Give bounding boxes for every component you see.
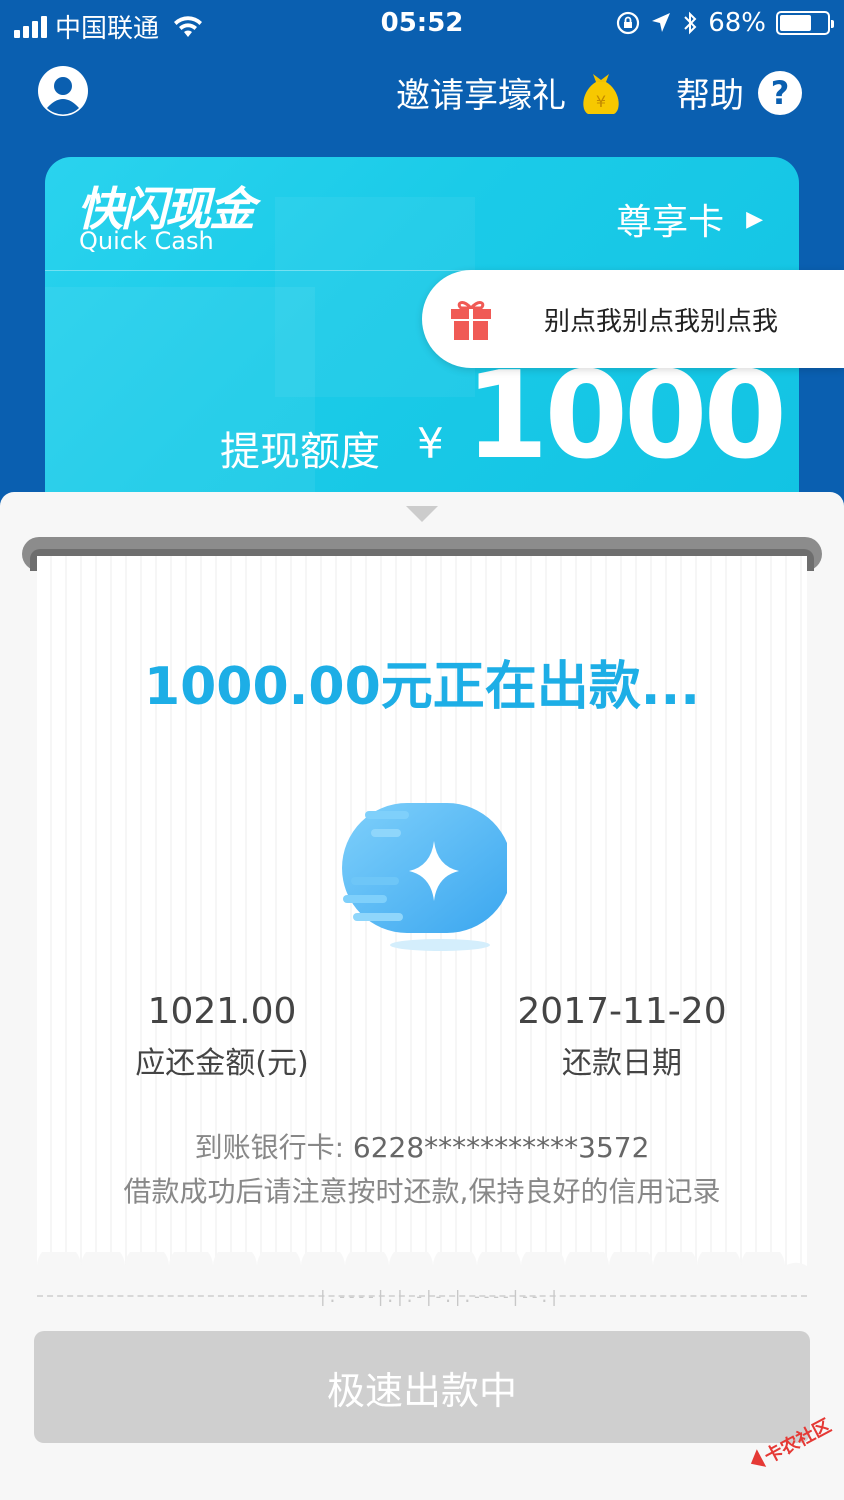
receipt-scallop-edge (37, 1252, 807, 1280)
bank-card-info: 到账银行卡: 6228***********3572 (37, 1126, 807, 1166)
payout-sheet: 1000.00元正在出款... 1021.00 应还金额(元) 2017-11-… (0, 492, 844, 1500)
help-button[interactable]: 帮助 ? (676, 68, 802, 117)
battery-icon (776, 11, 834, 35)
repayment-reminder: 借款成功后请注意按时还款,保持良好的信用记录 (123, 1175, 721, 1208)
due-date: 2017-11-20 (517, 991, 727, 1032)
avatar[interactable] (38, 66, 88, 116)
vip-card-link[interactable]: 尊享卡 ▶ (616, 193, 763, 245)
gift-popup-text: 别点我别点我别点我 (544, 306, 779, 337)
fast-coin-icon (342, 803, 507, 951)
bluetooth-icon (684, 11, 697, 35)
bank-card-label: 到账银行卡: (194, 1131, 344, 1164)
battery-percent: 68% (708, 8, 766, 38)
fast-payout-button[interactable]: 极速出款中 (34, 1331, 810, 1443)
status-right: 68% (616, 8, 834, 38)
gift-icon (451, 301, 491, 340)
gift-popup[interactable]: 别点我别点我别点我 (422, 270, 844, 368)
tear-marks: |.----|.|.-|-.|.----|--.| (318, 1287, 559, 1306)
currency-symbol: ¥ (417, 419, 444, 468)
collapse-caret-icon[interactable] (406, 506, 438, 522)
limit-label: 提现额度 (220, 429, 380, 475)
rotation-lock-icon (617, 11, 640, 35)
processing-status: 1000.00元正在出款... (143, 657, 701, 717)
invite-button[interactable]: 邀请享壕礼 ¥ (396, 68, 622, 117)
bank-card-number: 6228***********3572 (352, 1131, 650, 1164)
play-arrow-icon: ▶ (746, 206, 763, 232)
svg-text:卡农社区: 卡农社区 (761, 1414, 835, 1467)
due-amount-label: 应还金额(元) (135, 1046, 309, 1081)
invite-label: 邀请享壕礼 (396, 76, 566, 116)
receipt: 1000.00元正在出款... 1021.00 应还金额(元) 2017-11-… (37, 556, 807, 1280)
user-icon (40, 68, 86, 115)
help-label: 帮助 (676, 76, 744, 116)
brand-subtitle: Quick Cash (79, 227, 214, 255)
location-arrow-icon (652, 13, 671, 32)
status-bar: 中国联通 05:52 68% (0, 0, 844, 48)
due-amount: 1021.00 (147, 991, 297, 1032)
due-date-label: 还款日期 (562, 1046, 682, 1081)
question-mark-icon: ? (758, 70, 802, 115)
svg-text:¥: ¥ (596, 92, 606, 111)
money-bag-icon: ¥ (583, 73, 619, 114)
watermark-logo: 卡农社区 (750, 1414, 835, 1468)
vip-label: 尊享卡 (616, 202, 725, 243)
